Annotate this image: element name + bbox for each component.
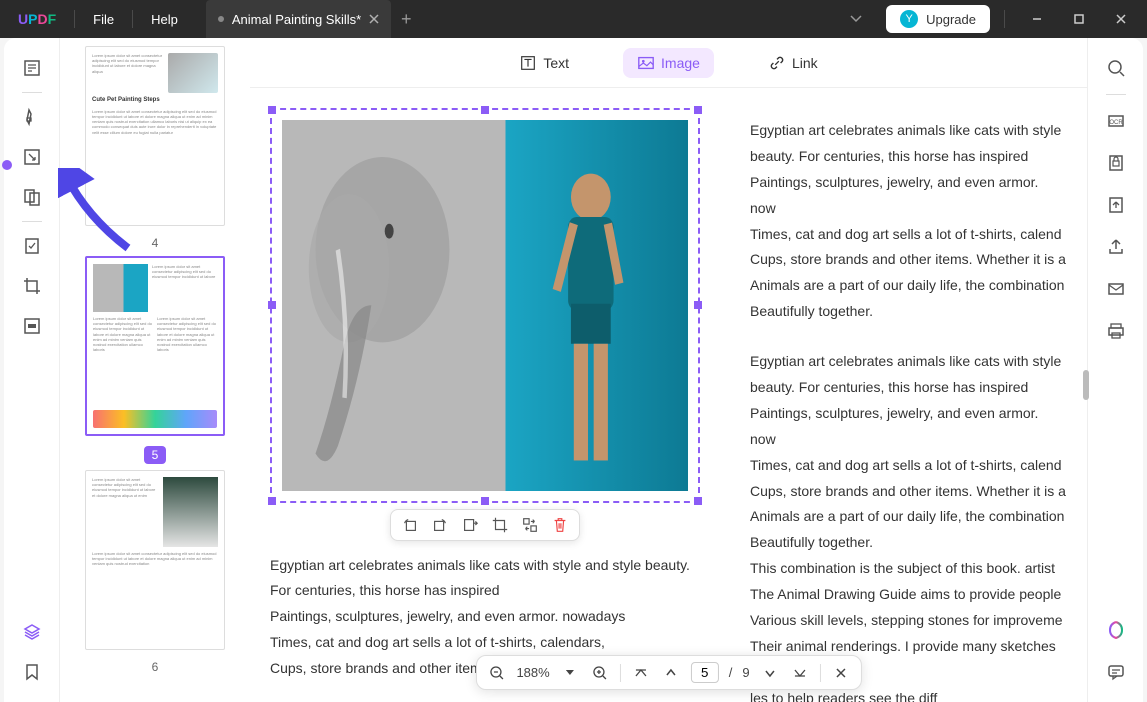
document-text-right-2[interactable]: Egyptian art celebrates animals like cat… [750, 349, 1067, 702]
selected-image[interactable] [270, 108, 700, 503]
reader-mode-icon[interactable] [14, 50, 50, 86]
resize-handle-br[interactable] [694, 497, 702, 505]
left-toolbar [4, 38, 60, 702]
thumbnail-label: 6 [152, 660, 159, 674]
resize-handle-tr[interactable] [694, 106, 702, 114]
tab-add-button[interactable]: + [391, 9, 421, 30]
upgrade-button[interactable]: Y Upgrade [886, 5, 990, 33]
last-page-icon[interactable] [790, 666, 810, 680]
close-controls-icon[interactable] [831, 667, 851, 679]
title-bar: UPDF File Help Animal Painting Skills* +… [0, 0, 1147, 38]
zoom-dropdown-icon[interactable] [560, 670, 580, 676]
image-icon [637, 54, 655, 72]
thumbnail-page-4[interactable]: Lorem ipsum dolor sit amet consectetur a… [85, 46, 225, 226]
window-maximize-icon[interactable] [1061, 4, 1097, 34]
zoom-level: 188% [516, 665, 549, 680]
thumbnail-page-5[interactable]: Lorem ipsum dolor sit amet consectetur a… [85, 256, 225, 436]
app-logo: UPDF [0, 11, 74, 27]
zoom-out-icon[interactable] [486, 665, 506, 681]
document-text-right-1[interactable]: Egyptian art celebrates animals like cat… [750, 118, 1067, 325]
tool-tab-text[interactable]: Text [505, 48, 583, 78]
resize-handle-bl[interactable] [268, 497, 276, 505]
tool-tab-image[interactable]: Image [623, 48, 714, 78]
thumbnail-label: 4 [152, 236, 159, 250]
delete-icon[interactable] [551, 516, 569, 534]
extract-icon[interactable] [461, 516, 479, 534]
comment-tool-icon[interactable] [14, 99, 50, 135]
panel-handle-dot[interactable] [2, 160, 12, 170]
editor-area: Text Image Link [250, 38, 1087, 702]
resize-handle-tm[interactable] [481, 106, 489, 114]
text-icon [519, 54, 537, 72]
thumbnail-page-6[interactable]: Lorem ipsum dolor sit amet consectetur a… [85, 470, 225, 650]
page-number-input[interactable] [691, 662, 719, 683]
document-canvas[interactable]: Egyptian art celebrates animals like cat… [250, 88, 1087, 702]
crop-icon[interactable] [14, 268, 50, 304]
edit-pdf-icon[interactable] [14, 139, 50, 175]
email-icon[interactable] [1098, 271, 1134, 307]
rotate-right-icon[interactable] [431, 516, 449, 534]
window-close-icon[interactable] [1103, 4, 1139, 34]
document-tab[interactable]: Animal Painting Skills* [206, 0, 391, 38]
resize-handle-tl[interactable] [268, 106, 276, 114]
chat-icon[interactable] [1098, 654, 1134, 690]
upgrade-label: Upgrade [926, 12, 976, 27]
bookmark-icon[interactable] [14, 654, 50, 690]
export-icon[interactable] [1098, 187, 1134, 223]
next-page-icon[interactable] [760, 666, 780, 680]
tab-close-icon[interactable] [369, 14, 379, 24]
scrollbar-thumb[interactable] [1083, 370, 1089, 400]
page-sep: / [729, 665, 733, 680]
tab-title: Animal Painting Skills* [232, 12, 361, 27]
menu-file[interactable]: File [75, 12, 132, 27]
window-minimize-icon[interactable] [1019, 4, 1055, 34]
share-icon[interactable] [1098, 229, 1134, 265]
fill-sign-icon[interactable] [14, 228, 50, 264]
search-icon[interactable] [1098, 50, 1134, 86]
thumbnail-label-active: 5 [144, 446, 167, 464]
layers-icon[interactable] [14, 614, 50, 650]
total-pages: 9 [742, 665, 749, 680]
prev-page-icon[interactable] [661, 666, 681, 680]
ocr-icon[interactable]: OCR [1098, 103, 1134, 139]
resize-handle-bm[interactable] [481, 497, 489, 505]
first-page-icon[interactable] [631, 666, 651, 680]
redact-icon[interactable] [14, 308, 50, 344]
rotate-left-icon[interactable] [401, 516, 419, 534]
menu-help[interactable]: Help [133, 12, 196, 27]
page-controls: 188% / 9 [475, 655, 861, 690]
ai-assistant-icon[interactable] [1098, 612, 1134, 648]
link-icon [768, 54, 786, 72]
protect-icon[interactable] [1098, 145, 1134, 181]
zoom-in-icon[interactable] [590, 665, 610, 681]
tool-tab-link[interactable]: Link [754, 48, 832, 78]
print-icon[interactable] [1098, 313, 1134, 349]
chevron-down-icon[interactable] [850, 15, 880, 23]
resize-handle-rm[interactable] [694, 301, 702, 309]
tab-modified-dot [218, 16, 224, 22]
avatar: Y [900, 10, 918, 28]
thumbnail-panel[interactable]: Lorem ipsum dolor sit amet consectetur a… [60, 38, 250, 702]
document-image [282, 120, 688, 491]
svg-text:OCR: OCR [1109, 120, 1123, 126]
crop-image-icon[interactable] [491, 516, 509, 534]
replace-icon[interactable] [521, 516, 539, 534]
resize-handle-lm[interactable] [268, 301, 276, 309]
right-toolbar: OCR [1087, 38, 1143, 702]
organize-pages-icon[interactable] [14, 179, 50, 215]
edit-tool-tabs: Text Image Link [250, 38, 1087, 88]
image-edit-toolbar [390, 509, 580, 541]
